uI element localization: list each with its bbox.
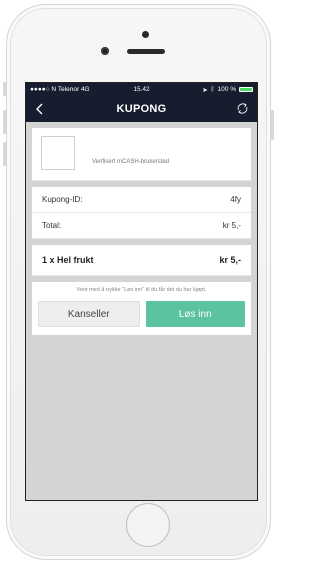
status-bar: ●●●●○ N Telenor 4G 15.42 ➤ ᛒ 100 % <box>26 83 257 96</box>
page-title: KUPONG <box>116 103 167 115</box>
volume-up-button <box>3 110 6 134</box>
home-button[interactable] <box>126 503 170 547</box>
battery-percent: 100 % <box>217 86 236 93</box>
volume-down-button <box>3 142 6 166</box>
nav-bar: KUPONG <box>26 96 257 122</box>
coupon-total: Total: kr 5,- <box>32 213 251 239</box>
verified-merchant-label: Verifisert mCASH-brukersted <box>92 159 170 165</box>
coupon-details: Kupong-ID: 4fy <box>32 187 251 213</box>
action-bar: Kanseller Løs inn <box>32 297 251 335</box>
coupon-id-value: 4fy <box>230 195 241 204</box>
battery-icon <box>239 87 253 92</box>
mute-switch <box>3 82 6 96</box>
cancel-button[interactable]: Kanseller <box>38 301 140 327</box>
redeem-hint: Vent med å trykke "Løs inn" til du får d… <box>32 282 251 297</box>
battery-fill <box>240 88 252 91</box>
front-camera <box>101 47 109 55</box>
total-row: Total: kr 5,- <box>32 213 251 238</box>
clock: 15.42 <box>133 86 150 93</box>
merchant-card: Verifisert mCASH-brukersted <box>32 128 251 181</box>
total-value: kr 5,- <box>222 221 241 230</box>
refresh-icon[interactable] <box>236 102 249 115</box>
redeem-button[interactable]: Løs inn <box>145 301 245 327</box>
total-label: Total: <box>42 221 62 230</box>
chevron-left-icon[interactable] <box>35 103 45 115</box>
list-item: 1 x Hel frukt kr 5,- <box>32 245 251 275</box>
item-name: 1 x Hel frukt <box>42 255 94 265</box>
item-card: 1 x Hel frukt kr 5,- <box>32 245 251 276</box>
coupon-id-label: Kupong-ID: <box>42 195 83 204</box>
merchant-logo <box>41 136 75 170</box>
coupon-id-row: Kupong-ID: 4fy <box>32 187 251 212</box>
camera-dot <box>142 31 149 38</box>
carrier-label: ●●●●○ N Telenor 4G <box>30 86 90 93</box>
bluetooth-icon: ᛒ <box>210 86 215 93</box>
item-price: kr 5,- <box>219 255 241 265</box>
location-icon: ➤ <box>202 86 208 94</box>
power-button <box>271 110 274 140</box>
app-screen: ●●●●○ N Telenor 4G 15.42 ➤ ᛒ 100 % KUPON… <box>25 82 258 501</box>
earpiece-speaker <box>127 49 165 54</box>
